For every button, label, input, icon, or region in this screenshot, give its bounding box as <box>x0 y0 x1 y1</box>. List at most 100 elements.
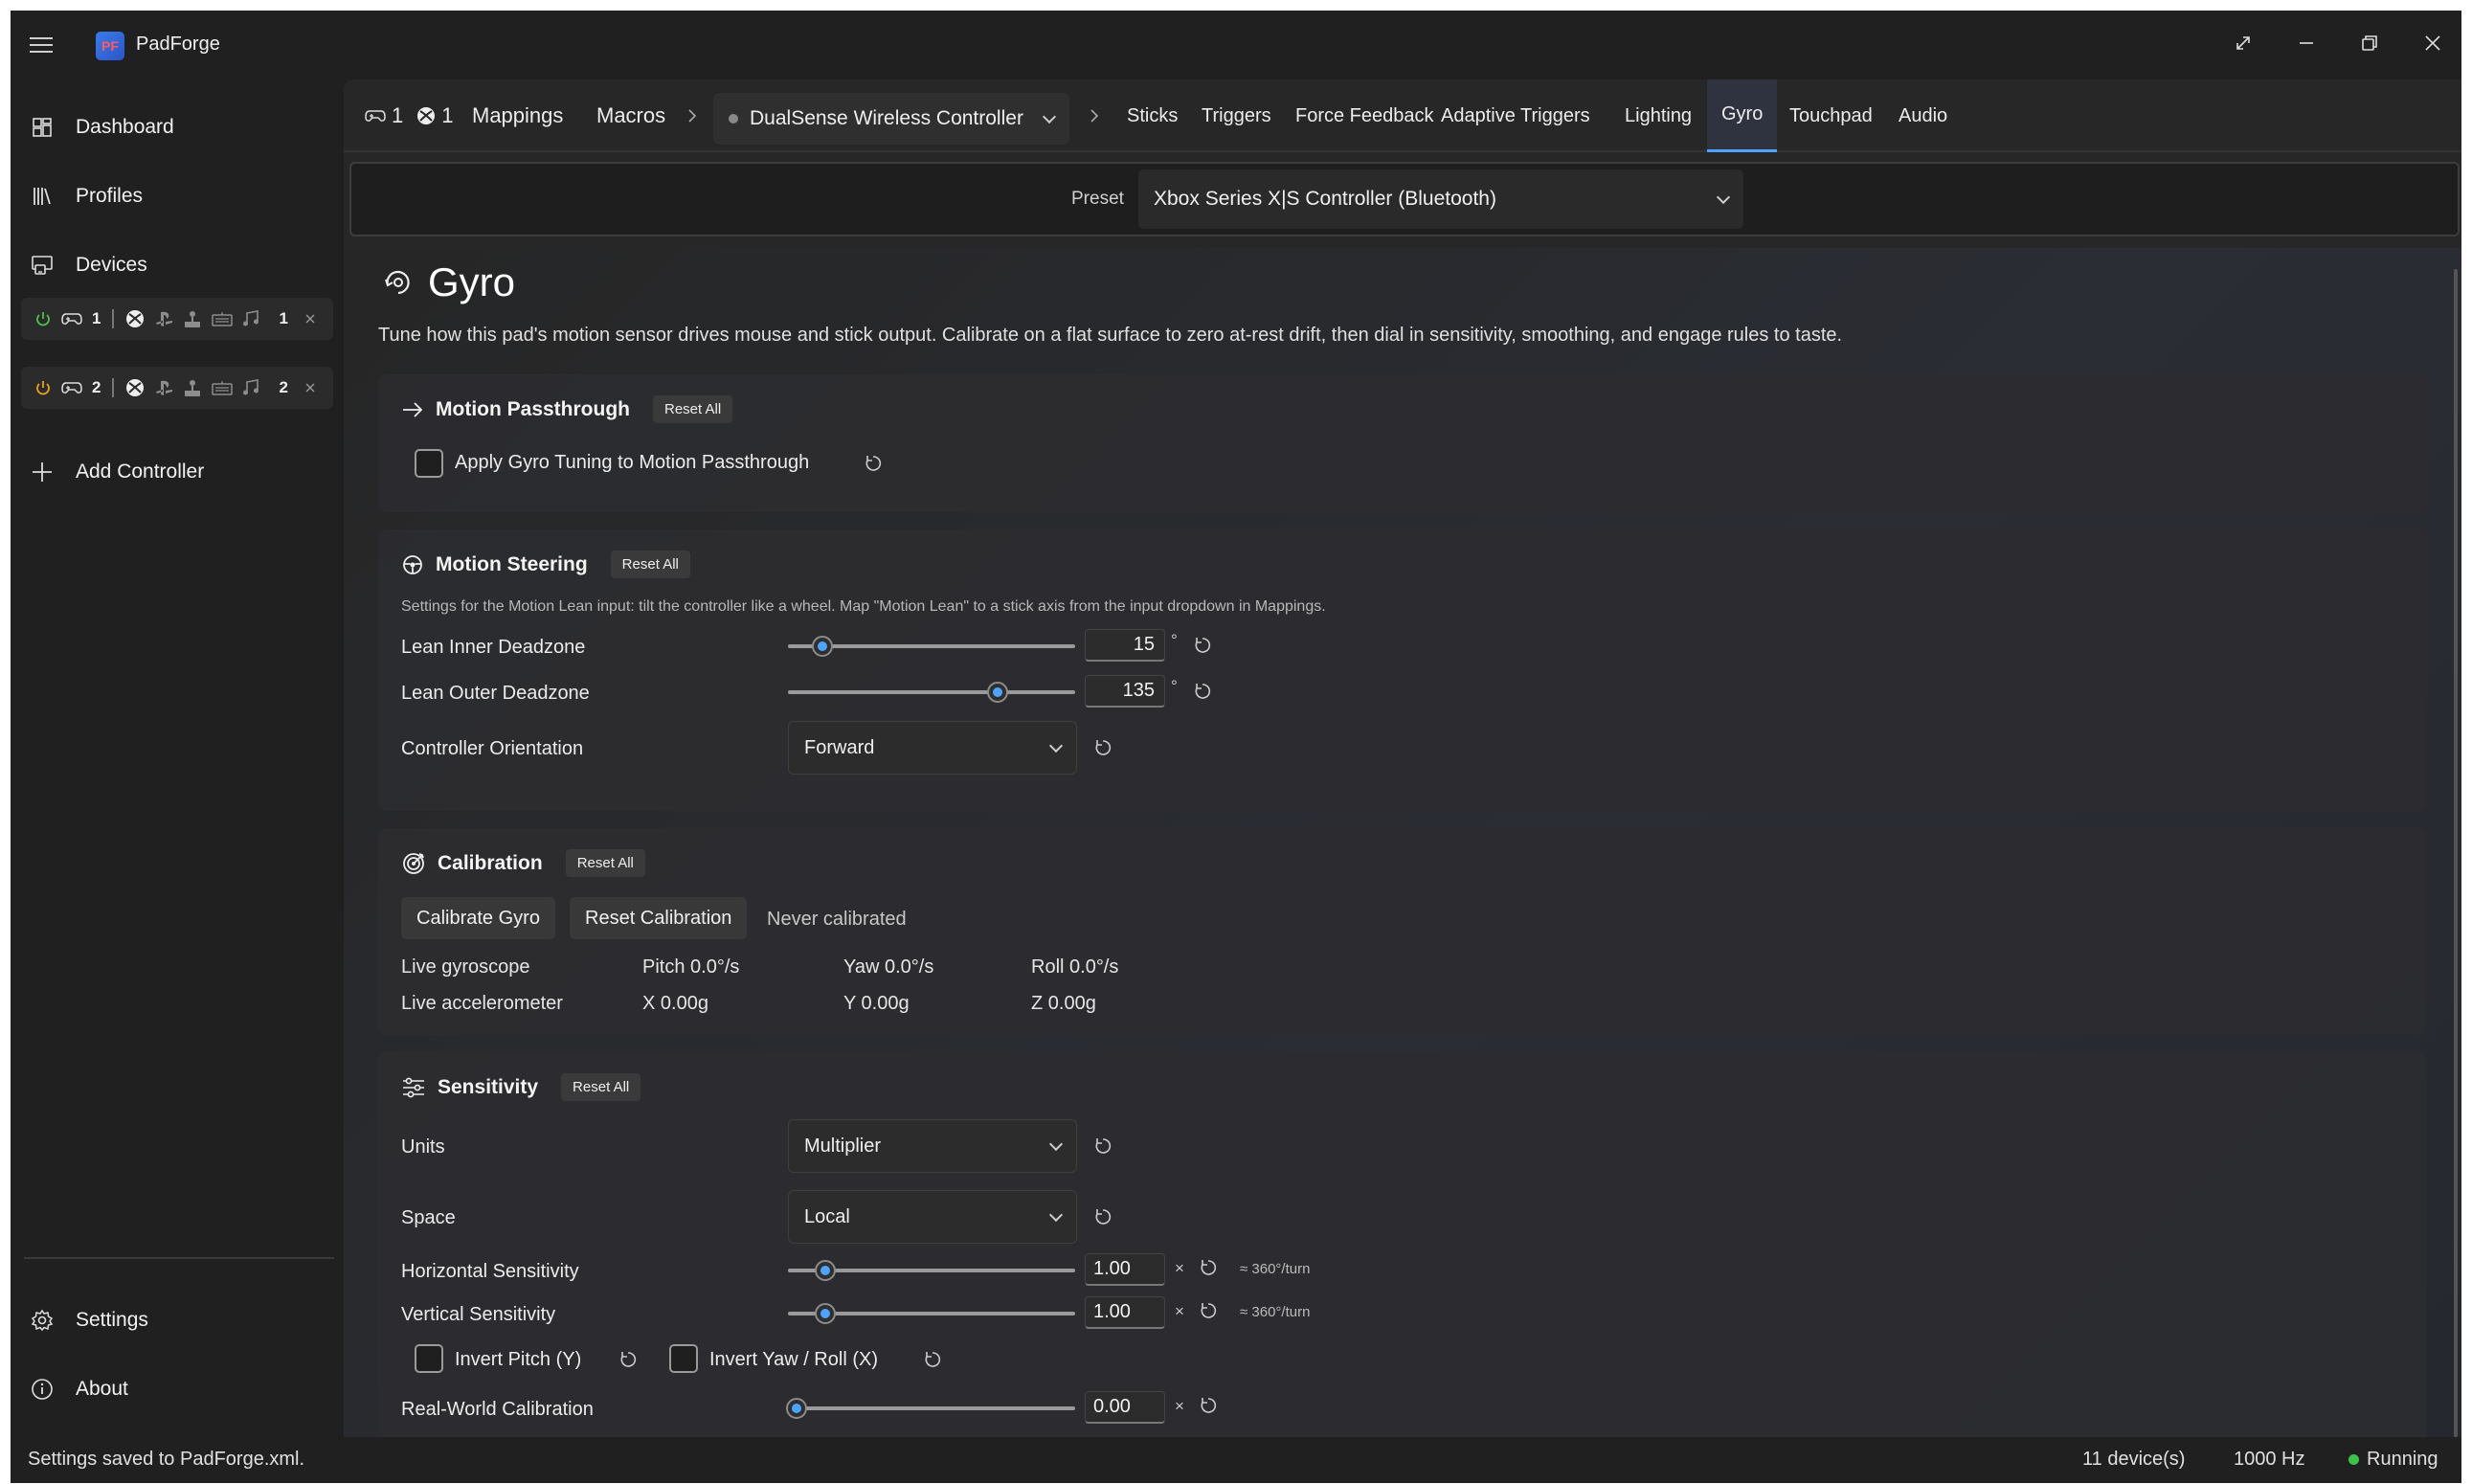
real-world-calibration-value[interactable]: 0.00 <box>1085 1391 1165 1424</box>
hamburger-menu-icon[interactable] <box>30 32 56 58</box>
top-navigation: 1 1 Mappings Macros DualSense Wireless C… <box>344 79 2461 152</box>
tab-triggers[interactable]: Triggers <box>1202 79 1271 152</box>
horizontal-sensitivity-slider[interactable] <box>788 1260 1075 1281</box>
reset-all-button[interactable]: Reset All <box>561 1073 641 1101</box>
reset-icon[interactable] <box>1192 635 1213 656</box>
gyro-pitch-value: Pitch 0.0°/s <box>642 956 740 978</box>
midi-icon <box>243 310 259 326</box>
lean-outer-deadzone-slider[interactable] <box>788 682 1075 703</box>
units-label: Units <box>401 1136 445 1158</box>
tab-touchpad[interactable]: Touchpad <box>1789 79 1873 152</box>
slider-thumb[interactable] <box>786 1398 807 1419</box>
gamepad-icon <box>365 110 386 122</box>
reset-all-button[interactable]: Reset All <box>610 551 690 578</box>
reset-icon[interactable] <box>1092 1135 1113 1157</box>
midi-icon <box>243 379 259 395</box>
chevron-down-icon <box>1048 1136 1064 1152</box>
scrollbar[interactable] <box>2454 269 2458 1437</box>
slider-thumb[interactable] <box>815 1303 836 1324</box>
reset-icon[interactable] <box>618 1349 639 1370</box>
chevron-down-icon <box>1048 738 1064 753</box>
tab-sticks[interactable]: Sticks <box>1127 79 1178 152</box>
reset-icon[interactable] <box>863 453 884 474</box>
engine-status-text: Running <box>2367 1449 2438 1470</box>
tab-force-feedback[interactable]: Force Feedback <box>1295 79 1434 152</box>
reset-calibration-button[interactable]: Reset Calibration <box>570 897 748 939</box>
slot-number: 2 <box>92 378 101 396</box>
breadcrumb-chevron-icon <box>686 79 698 152</box>
slider-thumb[interactable] <box>815 1260 836 1281</box>
sidebar-item-devices[interactable]: Devices <box>30 242 147 288</box>
space-dropdown[interactable]: Local <box>788 1190 1077 1244</box>
section-header: Calibration Reset All <box>401 849 645 877</box>
invert-pitch-checkbox[interactable] <box>415 1344 443 1373</box>
lean-inner-deadzone-slider[interactable] <box>788 636 1075 657</box>
vertical-sensitivity-slider[interactable] <box>788 1303 1075 1324</box>
reset-icon[interactable] <box>1198 1257 1219 1278</box>
lean-outer-deadzone-value[interactable]: 135 <box>1085 675 1165 708</box>
tab-audio[interactable]: Audio <box>1899 79 1947 152</box>
close-button[interactable] <box>2404 22 2461 64</box>
sidebar-item-about[interactable]: About <box>30 1366 128 1412</box>
reset-icon[interactable] <box>922 1349 943 1370</box>
units-dropdown[interactable]: Multiplier <box>788 1119 1077 1173</box>
remove-slot-icon[interactable] <box>303 312 317 326</box>
running-indicator-icon <box>2348 1454 2359 1465</box>
slot-number: 1 <box>92 309 101 327</box>
horizontal-sensitivity-value[interactable]: 1.00 <box>1085 1253 1165 1286</box>
slider-thumb[interactable] <box>987 682 1008 703</box>
slot-divider <box>112 309 115 328</box>
expand-icon[interactable] <box>2214 22 2272 64</box>
invert-yaw-roll-checkbox[interactable] <box>669 1344 698 1373</box>
remove-slot-icon[interactable] <box>303 381 317 394</box>
apply-gyro-passthrough-checkbox[interactable] <box>415 449 443 478</box>
tab-mappings[interactable]: Mappings <box>472 79 563 152</box>
tab-macros[interactable]: Macros <box>596 79 665 152</box>
controller-orientation-dropdown[interactable]: Forward <box>788 721 1077 775</box>
section-header: Motion Steering Reset All <box>401 551 690 578</box>
sidebar-item-profiles[interactable]: Profiles <box>30 173 143 219</box>
tab-lighting[interactable]: Lighting <box>1625 79 1692 152</box>
lean-inner-deadzone-label: Lean Inner Deadzone <box>401 637 586 658</box>
section-header: Motion Passthrough Reset All <box>401 395 733 423</box>
slot-badges[interactable]: 1 1 <box>365 79 454 152</box>
reset-icon[interactable] <box>1198 1300 1219 1321</box>
controller-slot-2[interactable]: 2 2 <box>21 367 333 409</box>
controller-slot-1[interactable]: 1 1 <box>21 298 333 340</box>
reset-all-button[interactable]: Reset All <box>653 395 733 423</box>
calibrate-gyro-button[interactable]: Calibrate Gyro <box>401 897 555 939</box>
tab-gyro[interactable]: Gyro <box>1707 79 1778 152</box>
vertical-sensitivity-value[interactable]: 1.00 <box>1085 1296 1165 1329</box>
keyboard-icon <box>212 312 234 326</box>
real-world-calibration-slider[interactable] <box>786 1398 1075 1419</box>
app-title: PadForge <box>136 34 220 55</box>
sidebar-item-dashboard[interactable]: Dashboard <box>30 104 174 150</box>
power-icon <box>36 312 50 326</box>
tab-adaptive-triggers[interactable]: Adaptive Triggers <box>1441 79 1590 152</box>
add-controller-button[interactable]: Add Controller <box>30 449 204 495</box>
section-title: Calibration <box>438 851 543 874</box>
slider-thumb[interactable] <box>812 636 833 657</box>
reset-icon[interactable] <box>1092 1206 1113 1227</box>
motion-passthrough-card: Motion Passthrough Reset All Apply Gyro … <box>378 374 2427 512</box>
minimize-button[interactable] <box>2278 22 2335 64</box>
engine-status: Running <box>2348 1449 2438 1471</box>
sensitivity-card: Sensitivity Reset All Units Multiplier S… <box>378 1052 2427 1437</box>
reset-icon[interactable] <box>1092 737 1113 758</box>
restore-button[interactable] <box>2341 22 2398 64</box>
sidebar-item-label: About <box>76 1378 128 1400</box>
gear-icon <box>30 1308 55 1333</box>
device-selector[interactable]: DualSense Wireless Controller <box>713 93 1069 145</box>
sidebar-item-settings[interactable]: Settings <box>30 1297 148 1343</box>
status-bar: Settings saved to PadForge.xml. 11 devic… <box>11 1437 2461 1483</box>
lean-outer-deadzone-label: Lean Outer Deadzone <box>401 683 590 704</box>
preset-dropdown[interactable]: Xbox Series X|S Controller (Bluetooth) <box>1138 169 1743 229</box>
reset-icon[interactable] <box>1192 681 1213 702</box>
lean-inner-deadzone-value[interactable]: 15 <box>1085 629 1165 662</box>
arrow-right-icon <box>403 401 423 417</box>
preset-value: Xbox Series X|S Controller (Bluetooth) <box>1154 188 1496 210</box>
reset-icon[interactable] <box>1198 1395 1219 1416</box>
page-title: Gyro <box>382 259 515 305</box>
keyboard-icon <box>212 381 234 395</box>
reset-all-button[interactable]: Reset All <box>565 849 645 877</box>
